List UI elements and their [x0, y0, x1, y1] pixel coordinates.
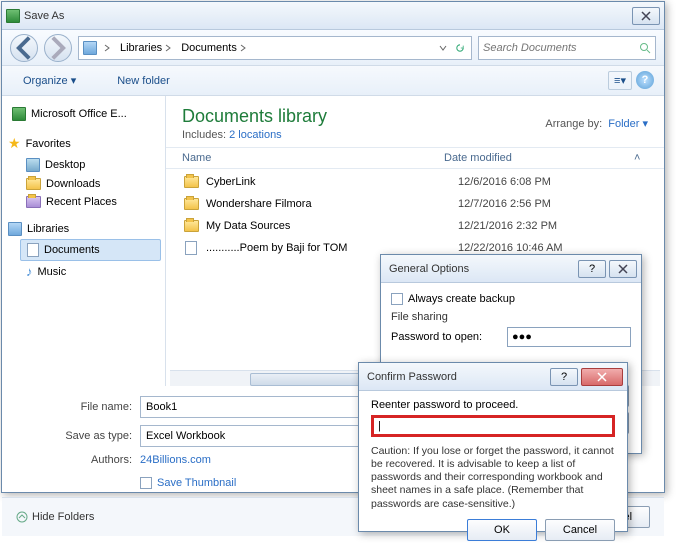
window-title: Confirm Password — [363, 371, 547, 383]
desktop-icon — [26, 158, 40, 172]
filename-label: File name: — [32, 401, 132, 413]
organize-button[interactable]: Organize ▾ — [12, 70, 87, 91]
includes-link[interactable]: 2 locations — [229, 129, 282, 141]
folder-icon — [184, 220, 199, 232]
sidebar-item-recent[interactable]: Recent Places — [6, 193, 161, 211]
help-button[interactable]: ? — [550, 368, 578, 386]
library-title: Documents library — [182, 106, 327, 127]
sidebar-item-documents[interactable]: Documents — [20, 239, 161, 261]
list-item[interactable]: My Data Sources12/21/2016 2:32 PM — [176, 215, 654, 237]
window-title: Save As — [20, 10, 629, 22]
always-backup-checkbox[interactable]: Always create backup — [391, 291, 631, 307]
sidebar-item-downloads[interactable]: Downloads — [6, 175, 161, 193]
breadcrumb-bar[interactable]: Libraries Documents — [78, 36, 472, 60]
arrange-by: Arrange by: Folder ▾ — [545, 106, 648, 141]
breadcrumb-sep[interactable] — [100, 42, 114, 54]
titlebar[interactable]: Confirm Password ? — [359, 363, 627, 391]
excel-icon — [6, 9, 20, 23]
close-button[interactable] — [632, 7, 660, 25]
refresh-button[interactable] — [453, 42, 467, 54]
back-button[interactable] — [10, 34, 38, 62]
col-scroll-up[interactable]: ˄ — [634, 152, 648, 164]
close-button[interactable] — [581, 368, 623, 386]
sidebar: Microsoft Office E... ★Favorites Desktop… — [2, 96, 166, 386]
col-name[interactable]: Name — [182, 152, 444, 164]
savetype-label: Save as type: — [32, 430, 132, 442]
caution-text: Caution: If you lose or forget the passw… — [371, 445, 615, 511]
breadcrumb-item[interactable]: Documents — [178, 40, 250, 56]
star-icon: ★ — [8, 135, 21, 152]
help-icon[interactable]: ? — [636, 71, 654, 89]
titlebar[interactable]: Save As — [2, 2, 664, 30]
password-open-label: Password to open: — [391, 331, 501, 343]
library-header: Documents library Includes: 2 locations … — [166, 96, 664, 148]
documents-icon — [27, 243, 39, 257]
column-headers[interactable]: Name Date modified ˄ — [166, 148, 664, 169]
file-sharing-label: File sharing — [391, 311, 631, 323]
music-icon: ♪ — [26, 264, 33, 279]
close-button[interactable] — [609, 260, 637, 278]
search-input[interactable] — [483, 42, 635, 54]
excel-icon — [12, 107, 26, 121]
recent-icon — [26, 196, 41, 208]
authors-label: Authors: — [32, 454, 132, 466]
new-folder-button[interactable]: New folder — [107, 72, 180, 90]
checkbox-icon — [140, 477, 152, 489]
breadcrumb-item[interactable]: Libraries — [117, 40, 175, 56]
sidebar-favorites-header[interactable]: ★Favorites — [6, 132, 161, 155]
search-icon — [639, 42, 651, 54]
library-icon — [83, 41, 97, 55]
window-title: General Options — [385, 263, 575, 275]
sidebar-ms-office[interactable]: Microsoft Office E... — [6, 104, 161, 124]
forward-button[interactable] — [44, 34, 72, 62]
hide-folders-button[interactable]: Hide Folders — [16, 511, 94, 523]
list-item[interactable]: CyberLink12/6/2016 6:08 PM — [176, 171, 654, 193]
checkbox-icon — [391, 293, 403, 305]
password-open-field[interactable]: ●●● — [507, 327, 631, 347]
cancel-button[interactable]: Cancel — [545, 519, 615, 541]
help-button[interactable]: ? — [578, 260, 606, 278]
folder-icon — [26, 178, 41, 190]
col-date[interactable]: Date modified — [444, 152, 634, 164]
breadcrumb-dropdown[interactable] — [436, 42, 450, 54]
folder-icon — [184, 198, 199, 210]
search-box[interactable] — [478, 36, 656, 60]
ok-button[interactable]: OK — [467, 519, 537, 541]
file-icon — [185, 241, 197, 255]
folder-icon — [184, 176, 199, 188]
confirm-password-field[interactable]: | — [371, 415, 615, 437]
library-icon — [8, 222, 22, 236]
sidebar-libraries-header[interactable]: Libraries — [6, 219, 161, 239]
arrange-by-button[interactable]: Folder ▾ — [608, 117, 648, 130]
sidebar-item-music[interactable]: ♪Music — [6, 261, 161, 282]
toolbar: Organize ▾ New folder ≡▾ ? — [2, 66, 664, 96]
view-button[interactable]: ≡▾ — [608, 71, 632, 90]
nav-row: Libraries Documents — [2, 30, 664, 66]
list-item[interactable]: Wondershare Filmora12/7/2016 2:56 PM — [176, 193, 654, 215]
reenter-label: Reenter password to proceed. — [371, 399, 615, 411]
confirm-password-dialog: Confirm Password ? Reenter password to p… — [358, 362, 628, 532]
authors-link[interactable]: 24Billions.com — [140, 454, 211, 466]
titlebar[interactable]: General Options ? — [381, 255, 641, 283]
sidebar-item-desktop[interactable]: Desktop — [6, 155, 161, 175]
